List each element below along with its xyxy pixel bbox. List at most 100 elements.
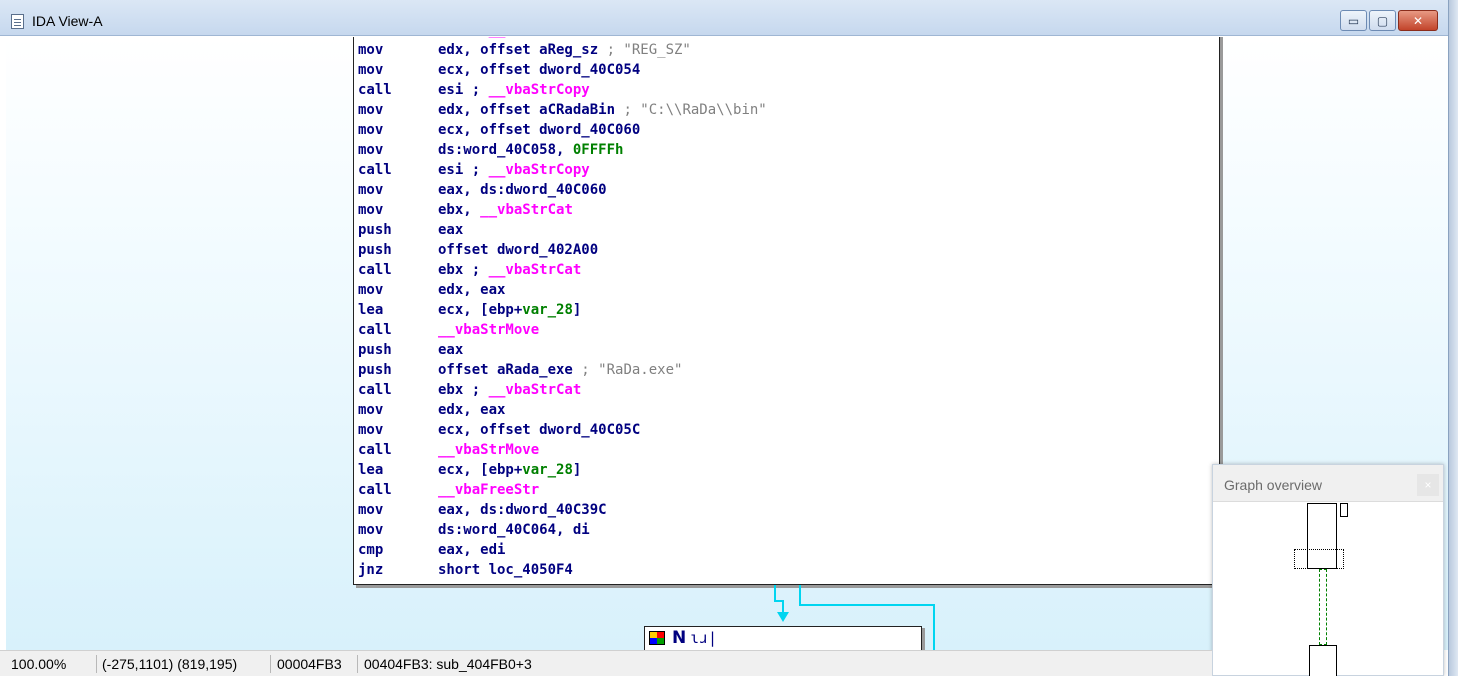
asm-operand: ecx, offset dword_40C05C (438, 422, 641, 438)
asm-mnemonic: mov (358, 42, 384, 58)
asm-mnemonic: push (358, 242, 392, 258)
asm-line[interactable]: lea ecx, [ebp+ var_28] (358, 300, 1219, 320)
asm-constant: 0FFFFh (572, 142, 624, 158)
asm-line[interactable]: lea ecx, [ebp+ var_28] (358, 460, 1219, 480)
status-separator (270, 655, 271, 673)
asm-symbol: __vbaStrMove (438, 322, 540, 338)
asm-operand: ds:word_40C058, (438, 142, 573, 158)
asm-line[interactable]: mov ds:word_40C058, 0FFFFh (358, 140, 1219, 160)
status-bar: 100.00% (-275,1101) (819,195) 00004FB3 0… (0, 650, 1212, 676)
asm-symbol: __vbaStrCat (480, 202, 573, 218)
status-location: 00404FB3: sub_404FB0+3 (364, 656, 532, 672)
asm-line[interactable]: mov eax, ds:dword_40C060 (358, 180, 1219, 200)
asm-mnemonic: call (358, 442, 392, 458)
asm-line[interactable]: mov ecx, offset dword_40C054 (358, 60, 1219, 80)
asm-line[interactable]: call __vbaFreeStr (358, 480, 1219, 500)
asm-symbol: __vbaStrCat (488, 262, 582, 278)
status-file-offset: 00004FB3 (277, 656, 342, 672)
flow-edge (782, 600, 784, 612)
overview-node (1340, 503, 1348, 517)
asm-comment: ; "REG_SZ" (606, 42, 691, 58)
status-zoom: 100.00% (11, 656, 67, 672)
asm-mnemonic: mov (358, 182, 384, 198)
asm-mnemonic: push (358, 222, 392, 238)
asm-mnemonic: call (358, 482, 392, 498)
overview-viewport[interactable] (1294, 549, 1344, 569)
asm-line[interactable]: cmp eax, edi (358, 540, 1219, 560)
document-icon (11, 14, 24, 29)
asm-line[interactable]: mov edx, eax (358, 400, 1219, 420)
asm-symbol: __vbaStrCopy (488, 162, 590, 178)
asm-operand: eax, edi (438, 542, 506, 558)
asm-constant: var_28 (522, 462, 573, 478)
asm-operand: ebx ; (438, 262, 489, 278)
asm-line[interactable]: call esi ; __vbaStrCopy (358, 160, 1219, 180)
asm-mnemonic: mov (358, 402, 384, 418)
asm-mnemonic: lea (358, 302, 384, 318)
asm-line[interactable]: call ebx ; __vbaStrCat (358, 260, 1219, 280)
asm-symbol: __vbaFreeStr (438, 482, 540, 498)
asm-operand: ] (572, 462, 582, 478)
asm-line[interactable]: mov ecx, offset dword_40C05C (358, 420, 1219, 440)
asm-mnemonic: call (358, 262, 392, 278)
code-node[interactable]: N ɩɹ| (644, 626, 922, 650)
asm-symbol: __vbaStrCat (488, 382, 582, 398)
asm-line[interactable]: push eax (358, 340, 1219, 360)
arrow-head-icon (777, 612, 789, 622)
flow-edge (799, 585, 801, 605)
asm-mnemonic: call (358, 382, 392, 398)
asm-line[interactable]: call __vbaStrMove (358, 440, 1219, 460)
asm-operand: esi ; (438, 162, 489, 178)
asm-mnemonic: mov (358, 102, 384, 118)
asm-line[interactable]: mov ecx, offset dword_40C060 (358, 120, 1219, 140)
asm-symbol: __vbaStrCopy (488, 82, 590, 98)
node-header-glyphs: ɩɹ| (690, 629, 718, 647)
asm-operand: short loc_4050F4 (438, 562, 573, 578)
maximize-button[interactable]: ▢ (1369, 10, 1396, 31)
asm-operand: esi ; (438, 82, 489, 98)
asm-line[interactable]: mov edx, offset aCRadaBin ; "C:\\RaDa\\bi… (358, 100, 1219, 120)
asm-mnemonic: push (358, 362, 392, 378)
asm-line[interactable]: call esi ; __vbaStrCopy (358, 80, 1219, 100)
window-edge (1448, 0, 1458, 676)
minimize-button[interactable]: ▭ (1340, 10, 1367, 31)
asm-mnemonic: mov (358, 142, 384, 158)
asm-operand: ecx, [ebp+ (438, 302, 523, 318)
asm-line[interactable]: mov eax, ds:dword_40C39C (358, 500, 1219, 520)
overview-node (1319, 569, 1327, 645)
asm-line[interactable]: mov edx, offset aReg_sz ; "REG_SZ" (358, 40, 1219, 60)
asm-line[interactable]: jnz short loc_4050F4 (358, 560, 1219, 580)
graph-overview-panel[interactable]: Graph overview × (1212, 464, 1444, 676)
asm-line[interactable]: push offset aRada_exe ; "RaDa.exe" (358, 360, 1219, 380)
window-titlebar[interactable]: IDA View-A ▭ ▢ ✕ (0, 0, 1448, 36)
close-button[interactable]: ✕ (1398, 10, 1438, 31)
asm-mnemonic: mov (358, 122, 384, 138)
asm-line[interactable]: mov edx, eax (358, 280, 1219, 300)
asm-mnemonic: call (358, 322, 392, 338)
disassembly-listing: call esi ; __vbaStrCopy movedx, offset aRe… (358, 37, 1219, 580)
status-separator (357, 655, 358, 673)
asm-comment: ; "C:\\RaDa\\bin" (623, 102, 767, 118)
asm-mnemonic: call (358, 162, 392, 178)
node-header-text: N (672, 628, 687, 648)
asm-operand: eax, ds:dword_40C39C (438, 502, 607, 518)
asm-line[interactable]: call ebx ; __vbaStrCat (358, 380, 1219, 400)
asm-operand: edx, eax (438, 402, 506, 418)
asm-operand: ecx, offset dword_40C060 (438, 122, 641, 138)
asm-line[interactable]: mov ebx, __vbaStrCat (358, 200, 1219, 220)
asm-operand: eax (438, 342, 464, 358)
asm-operand: offset aRada_exe (438, 362, 582, 378)
flow-edge (933, 604, 935, 650)
asm-line[interactable]: mov ds:word_40C064, di (358, 520, 1219, 540)
asm-mnemonic: mov (358, 502, 384, 518)
asm-operand: edx, offset aCRadaBin (438, 102, 624, 118)
asm-line[interactable]: push eax (358, 220, 1219, 240)
code-node[interactable]: call esi ; __vbaStrCopy movedx, offset aRe… (353, 37, 1220, 585)
node-color-icon (649, 631, 665, 645)
asm-operand: edx, eax (438, 282, 506, 298)
window-controls: ▭ ▢ ✕ (1340, 10, 1438, 31)
close-icon[interactable]: × (1417, 474, 1439, 496)
graph-overview-header: Graph overview × (1213, 465, 1443, 502)
asm-line[interactable]: call __vbaStrMove (358, 320, 1219, 340)
asm-line[interactable]: push offset dword_402A00 (358, 240, 1219, 260)
